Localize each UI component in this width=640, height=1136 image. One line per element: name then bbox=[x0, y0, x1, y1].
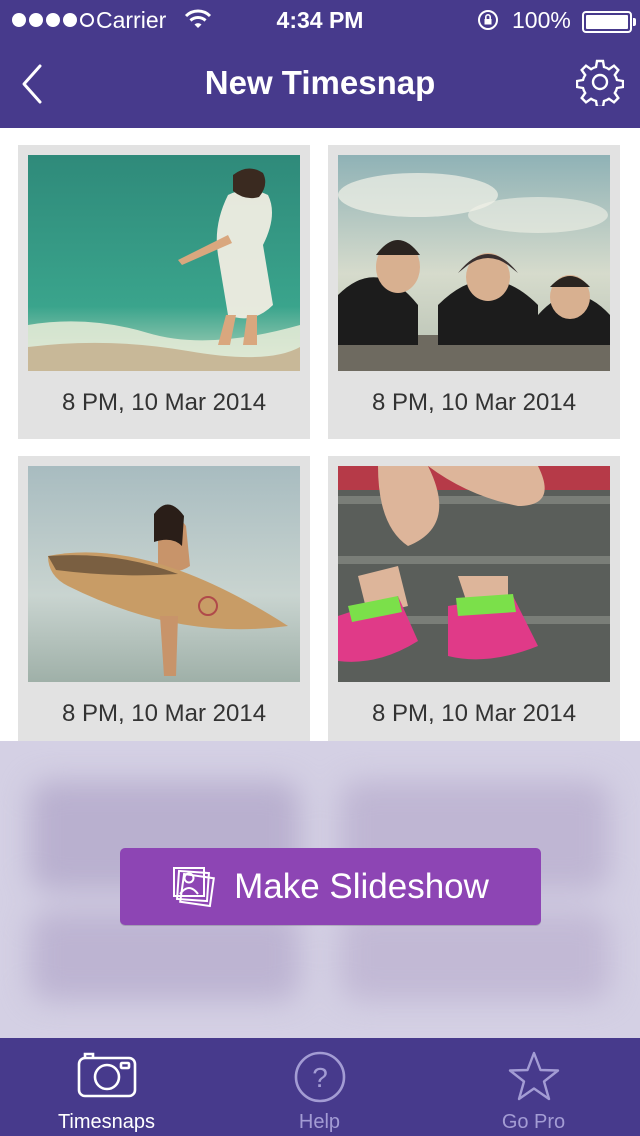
tab-label: Go Pro bbox=[501, 1111, 566, 1133]
photo-three-men-with-mustaches bbox=[338, 155, 610, 371]
card-timestamp: 8 PM, 10 Mar 2014 bbox=[371, 700, 577, 727]
timesnap-card[interactable]: 8 PM, 10 Mar 2014 bbox=[328, 145, 620, 439]
battery-percent: 100% bbox=[512, 7, 571, 33]
timesnap-card[interactable]: 8 PM, 10 Mar 2014 bbox=[328, 456, 620, 741]
card-timestamp: 8 PM, 10 Mar 2014 bbox=[61, 389, 267, 416]
tab-timesnaps[interactable]: Timesnaps bbox=[0, 1038, 213, 1136]
settings-button[interactable] bbox=[575, 58, 625, 109]
tab-go-pro[interactable]: Go Pro bbox=[427, 1038, 640, 1136]
battery-icon bbox=[582, 11, 636, 33]
tab-bar: Timesnaps ? Help Go Pro bbox=[0, 1038, 640, 1136]
photo-legs-pink-sneakers-on-steps bbox=[338, 466, 610, 682]
top-bar: Carrier 4:34 PM 100% New Timesnap bbox=[0, 0, 640, 128]
make-slideshow-label: Make Slideshow bbox=[234, 866, 489, 906]
slideshow-photos-icon bbox=[173, 866, 216, 907]
photo-woman-holding-surfboard bbox=[28, 466, 300, 682]
card-timestamp: 8 PM, 10 Mar 2014 bbox=[61, 700, 267, 727]
tab-label: Help bbox=[298, 1111, 341, 1133]
timesnap-grid: 8 PM, 10 Mar 2014 8 PM, 10 Mar 2014 8 PM… bbox=[0, 128, 640, 741]
svg-text:?: ? bbox=[312, 1062, 328, 1093]
gear-icon bbox=[575, 59, 625, 109]
page-title: New Timesnap bbox=[204, 64, 436, 101]
photo-woman-running-into-sea bbox=[28, 155, 300, 371]
timesnap-card[interactable]: 8 PM, 10 Mar 2014 bbox=[18, 456, 310, 741]
action-overlay: Make Slideshow bbox=[0, 741, 640, 1038]
camera-icon bbox=[77, 1052, 136, 1098]
tab-label: Timesnaps bbox=[57, 1111, 156, 1133]
timesnap-card[interactable]: 8 PM, 10 Mar 2014 bbox=[18, 145, 310, 439]
card-timestamp: 8 PM, 10 Mar 2014 bbox=[371, 389, 577, 416]
status-bar: Carrier 4:34 PM 100% bbox=[0, 0, 640, 40]
rotation-lock-icon bbox=[476, 8, 500, 38]
help-circle-icon: ? bbox=[294, 1051, 345, 1103]
tab-help[interactable]: ? Help bbox=[213, 1038, 426, 1136]
make-slideshow-button[interactable]: Make Slideshow bbox=[120, 848, 541, 925]
star-icon bbox=[508, 1051, 559, 1101]
